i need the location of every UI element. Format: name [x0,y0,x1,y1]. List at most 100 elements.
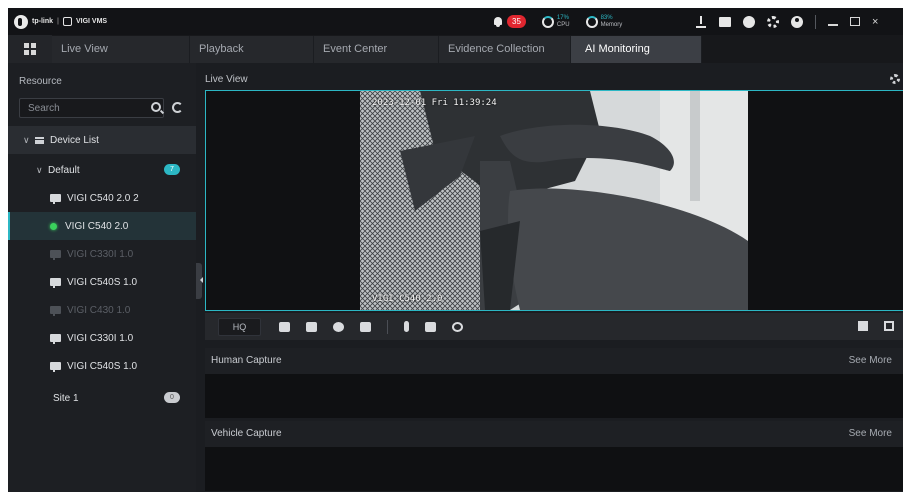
alarm-count-badge[interactable]: 35 [507,15,526,28]
vehicle-capture-header: Vehicle Capture See More [205,421,903,447]
human-capture-strip [205,374,903,418]
osd-camera-name: VIGI C540 2.0 [372,294,443,304]
status-area: 35 17% CPU 83% Memory [492,8,622,35]
live-view-area: Live View 2023-12-01 Fri 11:39:24 VIGI C… [203,63,903,492]
device-list-icon [35,136,44,144]
site-node[interactable]: Site 1 0 [8,384,196,412]
tab-bar: Live View Playback Event Center Evidence… [8,35,903,63]
gear-icon[interactable] [890,74,900,84]
osd-timestamp: 2023-12-01 Fri 11:39:24 [372,98,497,108]
search-box [19,98,164,118]
chair-scene-image [360,91,748,310]
zoom-in-icon[interactable] [333,321,344,332]
memory-label: Memory [600,21,623,28]
resource-title: Resource [19,76,62,87]
chevron-down-icon[interactable]: ∨ [36,165,48,176]
group-default-node[interactable]: ∨ Default 7 [8,156,196,184]
camera-feed-image: 2023-12-01 Fri 11:39:24 VIGI C540 2.0 [360,91,748,310]
device-item-offline[interactable]: VIGI C330I 1.0 [8,240,196,268]
microphone-icon[interactable] [404,321,409,332]
device-item[interactable]: VIGI C540S 1.0 [8,268,196,296]
search-icon[interactable] [151,102,161,112]
product-name: VIGI VMS [75,18,108,25]
camera-icon [50,250,61,260]
vehicle-capture-title: Vehicle Capture [211,428,282,439]
info-icon[interactable] [743,15,755,28]
cpu-value: 17% [556,14,569,21]
refresh-icon[interactable] [172,102,183,113]
download-icon[interactable] [695,15,707,28]
app-logo: tp-link | VIGI VMS [14,14,108,29]
group-count-badge: 7 [164,164,180,175]
brand-name: tp-link [32,18,53,25]
gear-icon[interactable] [767,15,779,28]
device-item-selected[interactable]: VIGI C540 2.0 [8,212,196,240]
device-label: VIGI C540S 1.0 [67,360,138,372]
grid-icon [24,43,36,55]
toolbar-icons: × [695,8,880,35]
toolbar-divider [387,319,388,334]
device-label: VIGI C330I 1.0 [67,248,134,260]
tp-link-logo-icon [14,14,28,29]
alarm-bell-icon[interactable] [492,16,504,28]
group-label: Default [48,164,80,176]
device-item[interactable]: VIGI C540 2.0 2 [8,184,196,212]
online-status-icon [50,222,57,230]
site-count-badge: 0 [164,392,180,403]
camera-icon [50,334,61,344]
chevron-down-icon[interactable]: ∨ [23,135,35,146]
camera-icon [50,194,61,204]
vehicle-capture-strip [205,447,903,491]
quality-hq-button[interactable]: HQ [218,317,261,336]
toolbar-divider [815,14,816,29]
stop-icon[interactable] [858,321,868,331]
menu-grid-button[interactable] [8,35,52,63]
human-capture-title: Human Capture [211,355,282,366]
video-toolbar: HQ [205,313,903,340]
tab-evidence-collection[interactable]: Evidence Collection [439,36,571,63]
live-view-title: Live View [205,74,248,85]
device-label: VIGI C330I 1.0 [67,332,134,344]
search-input[interactable] [20,99,138,117]
vehicle-capture-see-more-link[interactable]: See More [849,428,892,439]
device-label: VIGI C540 2.0 2 [67,192,139,204]
vms-window: tp-link | VIGI VMS 35 17% CPU 83% Memory [8,8,903,492]
folder-icon[interactable] [719,17,731,27]
video-window[interactable]: 2023-12-01 Fri 11:39:24 VIGI C540 2.0 [205,90,903,311]
panel-collapse-handle[interactable] [196,263,203,299]
cpu-label: CPU [556,21,570,28]
ptz-control-icon[interactable] [452,321,463,332]
memory-meter: 83% Memory [585,14,623,29]
camera-icon [50,306,61,316]
fullscreen-icon[interactable] [884,321,894,331]
cpu-ring-icon [541,15,554,28]
maximize-icon[interactable] [850,17,860,26]
tab-live-view[interactable]: Live View [52,36,190,63]
minimize-icon[interactable] [828,23,838,26]
device-item[interactable]: VIGI C540S 1.0 [8,352,196,380]
resource-panel: Resource ∨ Device List ∨ Default 7 VIGI … [8,63,196,492]
vigi-logo-icon [62,17,72,26]
human-capture-see-more-link[interactable]: See More [849,355,892,366]
user-avatar-icon[interactable] [791,15,803,28]
tab-ai-monitoring[interactable]: AI Monitoring [571,36,702,63]
cpu-meter: 17% CPU [541,14,570,29]
device-item[interactable]: VIGI C330I 1.0 [8,324,196,352]
human-capture-header: Human Capture See More [205,348,903,374]
record-video-icon[interactable] [306,321,317,332]
camera-icon [50,362,61,372]
device-list-label: Device List [50,134,99,146]
tab-playback[interactable]: Playback [190,36,314,63]
device-list-node[interactable]: ∨ Device List [8,126,196,154]
memory-ring-icon [585,15,598,28]
snapshot-camera-icon[interactable] [279,321,290,332]
memory-value: 83% [600,14,613,21]
camera-icon [50,278,61,288]
volume-icon[interactable] [360,321,371,332]
close-icon[interactable]: × [872,16,880,28]
logo-separator: | [57,18,59,25]
alarm-siren-icon[interactable] [425,321,436,332]
tab-event-center[interactable]: Event Center [314,36,439,63]
toolbar-right [858,321,894,331]
device-item-offline[interactable]: VIGI C430 1.0 [8,296,196,324]
